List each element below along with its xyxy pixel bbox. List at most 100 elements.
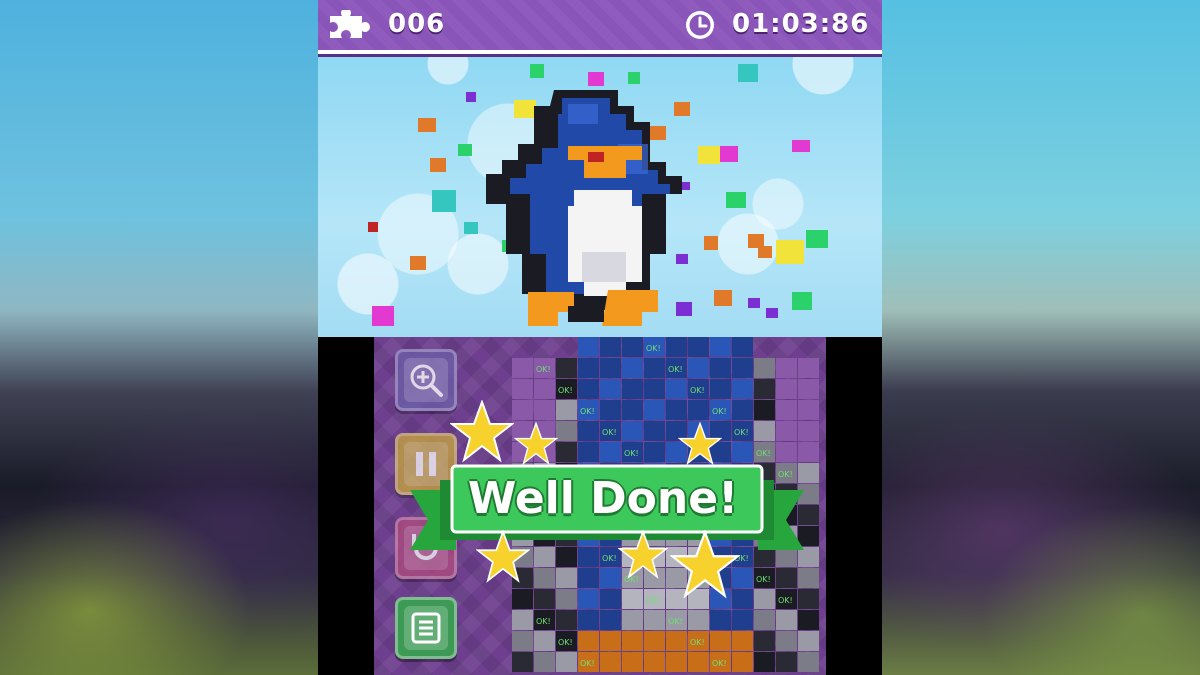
grid-cell [798,400,819,420]
grid-cell [600,442,621,462]
menu-button[interactable] [395,597,457,659]
grid-cell [732,652,753,672]
grid-cell [556,421,577,441]
grid-cell [534,400,555,420]
grid-cell [776,568,797,588]
grid-ok-label: OK! [756,449,771,458]
grid-cell [754,421,775,441]
star-icon [476,530,530,583]
grid-cell [556,358,577,378]
grid-ok-label: OK! [536,365,551,374]
grid-cell [644,610,665,630]
grid-cell [732,358,753,378]
grid-cell [644,652,665,672]
grid-cell [732,400,753,420]
grid-cell [710,631,731,651]
grid-cell [776,442,797,462]
grid-cell [534,568,555,588]
grid-ok-label: OK! [536,617,551,626]
grid-cell [666,400,687,420]
grid-cell [556,610,577,630]
grid-ok-label: OK! [558,386,573,395]
grid-cell [710,337,731,357]
grid-ok-label: OK! [690,638,705,647]
top-screen: 006 01:03:86 [318,0,882,337]
grid-cell [644,631,665,651]
grid-cell [600,358,621,378]
grid-cell [754,379,775,399]
grid-cell [710,379,731,399]
blurred-background-right [882,0,1200,675]
grid-cell [776,358,797,378]
zoom-button[interactable] [395,349,457,411]
grid-cell [798,379,819,399]
grid-cell [754,652,775,672]
grid-cell [798,358,819,378]
grid-cell [798,442,819,462]
grid-cell [666,631,687,651]
grid-cell [798,421,819,441]
grid-cell [600,631,621,651]
grid-cell [600,379,621,399]
grid-cell [534,379,555,399]
grid-cell [644,400,665,420]
puzzle-number: 006 [388,9,446,39]
grid-cell [798,652,819,672]
grid-cell [776,610,797,630]
grid-cell [622,631,643,651]
grid-cell [732,379,753,399]
grid-cell [578,442,599,462]
grid-cell [666,379,687,399]
grid-cell [578,337,599,357]
grid-cell [578,631,599,651]
grid-cell [644,421,665,441]
grid-cell [622,379,643,399]
grid-cell [556,568,577,588]
magnifier-plus-icon [404,358,448,402]
grid-cell [534,589,555,609]
grid-cell [556,400,577,420]
grid-cell [600,400,621,420]
grid-cell [644,442,665,462]
grid-cell [600,652,621,672]
grid-cell [710,610,731,630]
grid-cell [578,568,599,588]
well-done-message: Well Done! [467,472,739,524]
grid-cell [710,358,731,378]
grid-cell [512,400,533,420]
grid-cell [556,442,577,462]
grid-cell [622,421,643,441]
grid-cell [578,421,599,441]
grid-cell [578,358,599,378]
star-icon [670,530,740,599]
blurred-background-left [0,0,318,675]
grid-ok-label: OK! [558,638,573,647]
hud-bar: 006 01:03:86 [318,0,882,54]
grid-cell [754,589,775,609]
grid-cell [556,589,577,609]
grid-cell [798,568,819,588]
grid-ok-label: OK! [778,596,793,605]
grid-cell [666,337,687,357]
grid-cell [644,358,665,378]
grid-ok-label: OK! [646,596,661,605]
grid-cell [622,610,643,630]
grid-cell [622,400,643,420]
grid-cell [600,337,621,357]
grid-cell [512,358,533,378]
grid-cell [512,631,533,651]
star-icon [514,422,558,466]
grid-cell [776,421,797,441]
grid-ok-label: OK! [646,344,661,353]
grid-cell [512,589,533,609]
grid-cell [754,400,775,420]
grid-cell [534,652,555,672]
penguin-body [486,90,682,326]
grid-cell [666,652,687,672]
penguin-model [368,64,828,326]
grid-cell [688,610,709,630]
grid-cell [578,379,599,399]
grid-cell [534,631,555,651]
grid-cell [798,589,819,609]
grid-cell [688,358,709,378]
